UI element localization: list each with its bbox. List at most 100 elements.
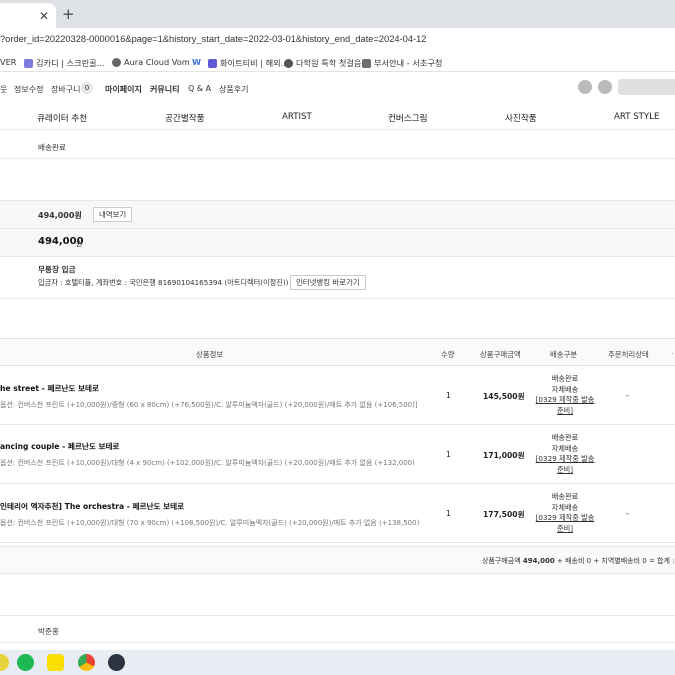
divider (0, 615, 675, 616)
row-amount: 171,000원 (483, 451, 525, 460)
deposit-info: 입금자 : 호텔티플, 계좌번호 : 국민은행 81690104165394 (… (38, 278, 289, 287)
column-header-qty: 수량 (441, 350, 455, 359)
top-link-review[interactable]: 상품후기 (219, 84, 248, 95)
browser-tab-active[interactable]: ✕ (0, 3, 56, 28)
new-tab-button[interactable]: + (62, 5, 75, 23)
bookmark-item[interactable]: Aura Cloud Vom (112, 57, 190, 67)
payment-total-unit: 원 (76, 240, 83, 248)
top-link-cart[interactable]: 장바구니 (51, 84, 80, 95)
cart-count-badge: 0 (81, 82, 93, 94)
payment-total-row: 494,000 원 (0, 229, 675, 257)
spotify-icon[interactable] (17, 654, 34, 671)
top-link-community[interactable]: 커뮤니티 (150, 84, 179, 95)
divider (0, 642, 675, 643)
nav-artist[interactable]: ARTIST (282, 112, 312, 122)
row-qty: 1 (446, 391, 451, 400)
browser-tab-strip: ✕ + (0, 0, 675, 28)
table-row: ancing couple - 페르난도 보테로 옵션: 컨버스천 프린트 (+… (0, 425, 675, 484)
top-link-edit-info[interactable]: 정보수정 (14, 84, 43, 95)
recipient-name: 박준홍 (38, 627, 59, 636)
shipping-info: 배송완료 자체배송 [0329 제작중 발송 준비] (534, 433, 596, 475)
bookmark-label: 다학원 특학 첫걸음 (296, 58, 362, 68)
close-tab-icon[interactable]: ✕ (39, 9, 49, 23)
divider (0, 298, 675, 299)
nav-curator[interactable]: 큐레이터 추천 (37, 112, 87, 124)
shipping-note-link[interactable]: 준비] (534, 465, 596, 476)
shipping-note-link[interactable]: 준비] (534, 406, 596, 417)
table-summary: 상품구매금액 494,000 + 배송비 0 + 지역별배송비 0 = 합계 : (0, 546, 675, 574)
column-header-more: · (671, 349, 674, 358)
bookmark-item[interactable]: 화이트티비 | 해외... (208, 57, 289, 69)
bookmark-item[interactable]: 부서안내 - 서초구청 (362, 57, 442, 69)
column-header-status: 주문처리상태 (608, 350, 649, 359)
internet-banking-button[interactable]: 인터넷뱅킹 바로가기 (290, 275, 366, 290)
product-option: 옵션: 컨버스천 프린트 (+10,000원)/대형 (4 x 90cm) (+… (0, 459, 415, 467)
row-qty: 1 (446, 509, 451, 518)
bookmark-item[interactable]: W (192, 57, 201, 67)
app-icon[interactable] (108, 654, 125, 671)
shipping-note-link[interactable]: [0329 제작중 발송 (534, 395, 596, 406)
row-qty: 1 (446, 450, 451, 459)
top-link[interactable]: 웃 (0, 84, 7, 95)
shipping-note-link[interactable]: [0329 제작중 발송 (534, 513, 596, 524)
bookmark-label: 화이트티비 | 해외... (220, 58, 289, 68)
address-bar[interactable]: ?order_id=20220328-0000016&page=1&histor… (0, 28, 675, 52)
row-amount: 145,500원 (483, 392, 525, 401)
nav-art-style[interactable]: ART STYLE (614, 112, 659, 122)
detail-button[interactable]: 내역보기 (93, 207, 133, 222)
summary-prefix: 상품구매금액 (482, 557, 521, 565)
table-row: he street - 페르난도 보테로 옵션: 컨버스천 프린트 (+10,0… (0, 366, 675, 425)
bookmark-label: Aura Cloud Vom (124, 57, 190, 67)
w-icon: W (192, 57, 202, 67)
url-text[interactable]: ?order_id=20220328-0000016&page=1&histor… (0, 34, 426, 44)
payment-amount-row: 494,000원 내역보기 (0, 200, 675, 229)
shipping-note-link[interactable]: [0329 제작중 발송 (534, 454, 596, 465)
column-header-shipping: 배송구분 (550, 350, 578, 359)
top-link-qna[interactable]: Q & A (188, 84, 211, 93)
payment-amount: 494,000원 (38, 211, 82, 220)
divider (0, 158, 675, 159)
product-name-link[interactable]: ancing couple - 페르난도 보테로 (0, 441, 119, 452)
top-link-mypage[interactable]: 마이페이지 (105, 84, 142, 95)
kakaotalk-icon[interactable] (47, 654, 64, 671)
bookmark-item[interactable]: 김카디 | 스크린골... (24, 57, 105, 69)
row-amount: 177,500원 (483, 510, 525, 519)
order-state: - (626, 391, 629, 400)
nav-canvas[interactable]: 컨버스그림 (388, 112, 428, 124)
shipping-status: 배송완료 (551, 433, 579, 442)
shipping-type: 자체배송 (551, 443, 579, 453)
summary-line: 상품구매금액 494,000 + 배송비 0 + 지역별배송비 0 = 합계 : (482, 556, 675, 566)
nav-space[interactable]: 공간별작품 (165, 112, 205, 124)
bookmark-label: 김카디 | 스크린골... (36, 58, 105, 68)
os-taskbar (0, 650, 675, 675)
shipping-status: 배송완료 (551, 492, 579, 501)
blog-icon[interactable] (598, 80, 612, 94)
product-option: 옵션: 컨버스천 프린트 (+10,000원)/중형 (60 x 80cm) (… (0, 401, 418, 409)
folder-icon (362, 58, 371, 68)
shipping-status: 배송완료 (551, 374, 579, 383)
instagram-icon[interactable] (578, 80, 592, 94)
nav-photo[interactable]: 사진작품 (505, 112, 537, 124)
shipping-note-link[interactable]: 준비] (534, 524, 596, 535)
product-name-link[interactable]: he street - 페르난도 보테로 (0, 383, 99, 394)
globe-icon (112, 57, 121, 67)
shipping-type: 자체배송 (551, 502, 579, 512)
order-state: - (626, 509, 629, 518)
product-option: 옵션: 컨버스천 프린트 (+10,000원)/대형 (70 x 90cm) (… (0, 519, 420, 527)
globe-icon (284, 58, 293, 68)
bookmark-item[interactable]: VER (0, 57, 16, 67)
summary-rest: + 배송비 0 + 지역별배송비 0 = 합계 : (557, 557, 675, 565)
bookmarks-bar: VER 김카디 | 스크린골... Aura Cloud Vom W 화이트티비… (0, 52, 675, 72)
table-header: 상품정보 수량 상품구매금액 배송구분 주문처리상태 · (0, 338, 675, 366)
bookmark-item[interactable]: 다학원 특학 첫걸음 (284, 57, 361, 69)
link-icon (24, 58, 33, 68)
chrome-icon[interactable] (78, 654, 95, 671)
column-header-amount: 상품구매금액 (480, 350, 521, 359)
product-name-link[interactable]: 인테리어 액자추천] The orchestra - 페르난도 보테로 (0, 501, 184, 512)
app-icon[interactable] (0, 654, 9, 671)
column-header-product: 상품정보 (196, 350, 224, 359)
tv-icon (208, 58, 217, 68)
payment-method: 무통장 입금 (38, 265, 76, 274)
category-nav: 큐레이터 추천 공간별작품 ARTIST 컨버스그림 사진작품 ART STYL… (0, 106, 675, 130)
search-input[interactable] (618, 79, 675, 95)
